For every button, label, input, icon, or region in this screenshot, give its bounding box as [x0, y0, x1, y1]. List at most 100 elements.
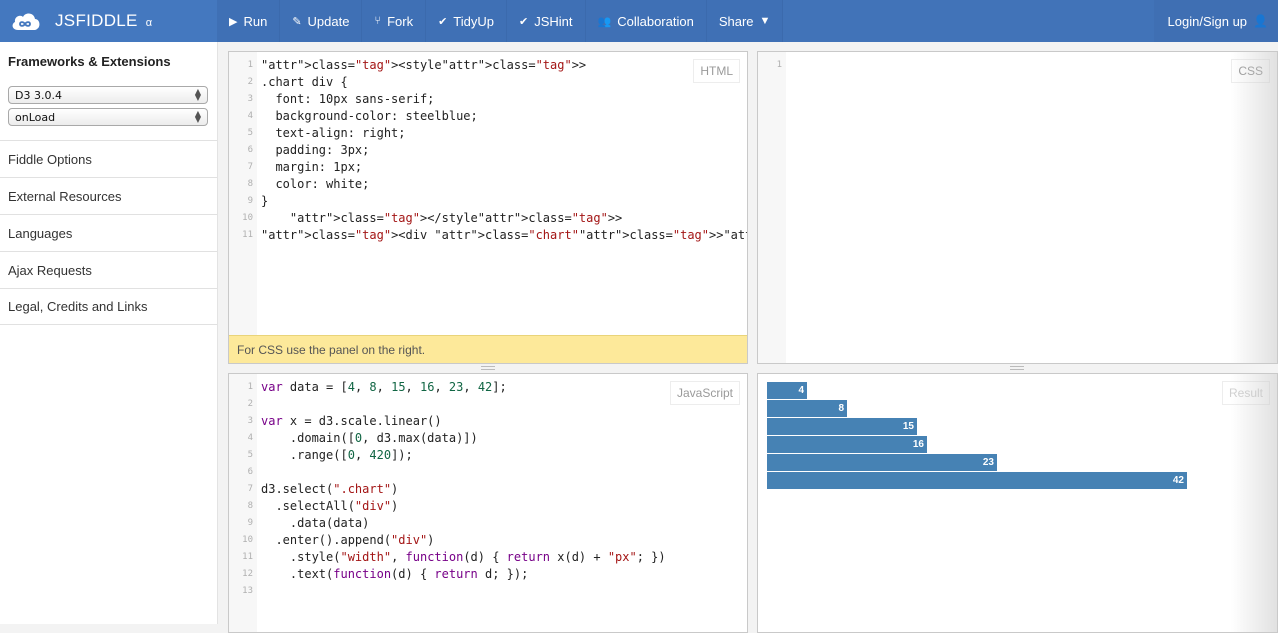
- update-button[interactable]: ✎ Update: [280, 0, 363, 42]
- sidebar-item-fiddle-options[interactable]: Fiddle Options: [0, 140, 217, 177]
- code-line[interactable]: 11 "attr">class="tag"><div "attr">class="…: [229, 227, 747, 244]
- load-type-select[interactable]: onLoad ▲ ▼: [8, 108, 208, 126]
- sidebar-item-label: Languages: [8, 225, 73, 241]
- code-text: .range([0, 420]);: [261, 448, 413, 462]
- code-line[interactable]: 7 d3.select(".chart"): [229, 481, 747, 498]
- tidyup-button[interactable]: ✔ TidyUp: [426, 0, 507, 42]
- line-number: 11: [242, 230, 253, 240]
- jshint-label: JSHint: [534, 13, 573, 29]
- sidebar-item-ajax-requests[interactable]: Ajax Requests: [0, 251, 217, 288]
- load-type-select-value: onLoad: [15, 110, 56, 124]
- top-bar: JSFIDDLE α ▶ Run ✎ Update ⑂ Fork ✔ TidyUp ✔ JSHin…: [0, 0, 1278, 42]
- css-editor[interactable]: 1: [758, 57, 1277, 74]
- line-number: 9: [247, 196, 253, 206]
- code-text: background-color: steelblue;: [261, 109, 478, 123]
- code-line[interactable]: 13: [229, 583, 747, 600]
- fork-icon: ⑂: [374, 15, 382, 27]
- select-arrows-icon: ▲ ▼: [194, 109, 201, 124]
- line-number: 6: [247, 467, 253, 477]
- code-line[interactable]: 2 .chart div {: [229, 74, 747, 91]
- code-line[interactable]: 9}: [229, 193, 747, 210]
- frameworks-title: Frameworks & Extensions: [8, 54, 171, 69]
- code-line[interactable]: 9 .data(data): [229, 515, 747, 532]
- line-number: 10: [242, 535, 253, 545]
- toolbar-spacer: [783, 0, 1154, 42]
- javascript-panel-label: JavaScript: [669, 381, 740, 405]
- html-editor[interactable]: 1 "attr">class="tag"><style"attr">class="…: [229, 57, 747, 244]
- line-number: 8: [247, 179, 253, 189]
- result-bar: 42: [767, 472, 1187, 489]
- result-bar-chart: 4 8 15 16 23 42: [766, 381, 1188, 490]
- code-line[interactable]: 7 margin: 1px;: [229, 159, 747, 176]
- code-line[interactable]: 5 text-align: right;: [229, 125, 747, 142]
- line-number: 8: [247, 501, 253, 511]
- sidebar-item-label: Legal, Credits and Links: [8, 299, 148, 314]
- framework-select-value: D3 3.0.4: [15, 88, 62, 102]
- code-text: var data = [4, 8, 15, 16, 23, 42];: [261, 380, 507, 394]
- code-line[interactable]: 11 .style("width", function(d) { return …: [229, 549, 747, 566]
- code-line[interactable]: 10 "attr">class="tag"></style"attr">clas…: [229, 210, 747, 227]
- css-panel[interactable]: 1 CSS: [757, 51, 1278, 364]
- line-number: 1: [776, 60, 782, 70]
- line-number: 4: [247, 433, 253, 443]
- sidebar-item-label: External Resources: [8, 188, 122, 204]
- code-text: }: [261, 194, 269, 208]
- line-number: 1: [247, 382, 253, 392]
- code-line[interactable]: 10 .enter().append("div"): [229, 532, 747, 549]
- brush-icon: ✔: [438, 15, 448, 28]
- login-signup-button[interactable]: Login/Sign up 👤: [1153, 0, 1278, 42]
- sidebar-item-label: Fiddle Options: [8, 151, 92, 167]
- code-text: .enter().append("div"): [261, 533, 435, 547]
- code-line[interactable]: 4 background-color: steelblue;: [229, 108, 747, 125]
- code-line[interactable]: 1 "attr">class="tag"><style"attr">class="…: [229, 57, 747, 74]
- brand[interactable]: JSFIDDLE α: [0, 0, 217, 42]
- caret-down-icon: ▼: [759, 15, 771, 27]
- line-number: 5: [247, 128, 253, 138]
- javascript-editor[interactable]: 1 var data = [4, 8, 15, 16, 23, 42]; 2 3 var…: [229, 379, 747, 600]
- check-icon: ✔: [519, 15, 529, 28]
- run-button[interactable]: ▶ Run: [217, 0, 281, 42]
- result-bar: 15: [767, 418, 917, 435]
- line-number: 2: [247, 399, 253, 409]
- code-line[interactable]: 6: [229, 464, 747, 481]
- brand-name: JSFIDDLE: [55, 11, 138, 30]
- framework-select[interactable]: D3 3.0.4 ▲ ▼: [8, 86, 208, 104]
- resize-grip-right[interactable]: [1010, 366, 1024, 370]
- line-number: 3: [247, 416, 253, 426]
- html-panel-label: HTML: [693, 59, 740, 83]
- code-line[interactable]: 3 font: 10px sans-serif;: [229, 91, 747, 108]
- code-line[interactable]: 6 padding: 3px;: [229, 142, 747, 159]
- collaboration-button[interactable]: 👥 Collaboration: [585, 0, 707, 42]
- code-line[interactable]: 4 .domain([0, d3.max(data)]): [229, 430, 747, 447]
- code-text: font: 10px sans-serif;: [261, 92, 435, 106]
- html-panel[interactable]: 1 "attr">class="tag"><style"attr">class="…: [228, 51, 748, 364]
- result-bar: 8: [767, 400, 847, 417]
- fork-button[interactable]: ⑂ Fork: [362, 0, 427, 42]
- code-line[interactable]: 12 .text(function(d) { return d; });: [229, 566, 747, 583]
- line-number: 13: [242, 586, 253, 596]
- code-text: margin: 1px;: [261, 160, 363, 174]
- code-line[interactable]: 1: [758, 57, 1277, 74]
- edge-shadow: [1231, 52, 1277, 363]
- code-line[interactable]: 3 var x = d3.scale.linear(): [229, 413, 747, 430]
- code-text: .data(data): [261, 516, 370, 530]
- line-number: 10: [242, 213, 253, 223]
- code-line[interactable]: 5 .range([0, 420]);: [229, 447, 747, 464]
- collaboration-label: Collaboration: [617, 13, 694, 29]
- sidebar-item-external-resources[interactable]: External Resources: [0, 177, 217, 214]
- line-number: 2: [247, 77, 253, 87]
- share-button[interactable]: Share ▼: [706, 0, 784, 42]
- users-icon: 👥: [597, 15, 612, 28]
- sidebar-item-legal-credits[interactable]: Legal, Credits and Links: [0, 288, 217, 325]
- code-line[interactable]: 8 color: white;: [229, 176, 747, 193]
- sidebar-item-languages[interactable]: Languages: [0, 214, 217, 251]
- jshint-button[interactable]: ✔ JSHint: [507, 0, 586, 42]
- code-line[interactable]: 8 .selectAll("div"): [229, 498, 747, 515]
- line-number: 9: [247, 518, 253, 528]
- result-panel: 4 8 15 16 23 42 Result: [757, 373, 1278, 633]
- result-panel-label: Result: [1221, 381, 1270, 405]
- play-icon: ▶: [229, 15, 238, 28]
- code-text: var x = d3.scale.linear(): [261, 414, 442, 428]
- javascript-panel[interactable]: 1 var data = [4, 8, 15, 16, 23, 42]; 2 3 var…: [228, 373, 748, 633]
- resize-grip-left[interactable]: [481, 366, 495, 370]
